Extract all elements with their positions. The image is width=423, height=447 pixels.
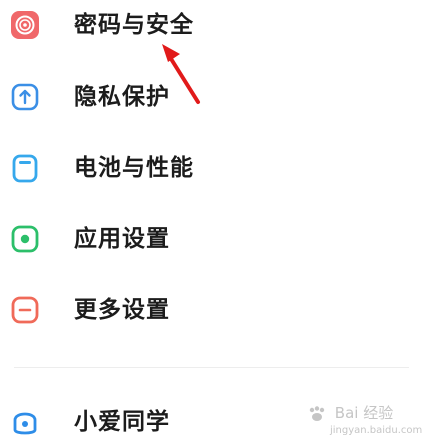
watermark: Bai 经验	[306, 404, 393, 423]
settings-menu: 密码与安全 隐私保护 电池与性能 应用设置 更多设置 小爱同学	[0, 0, 423, 447]
battery-performance-icon	[9, 152, 41, 184]
menu-item-label: 应用设置	[74, 226, 170, 252]
watermark-text: Bai 经验	[334, 404, 394, 422]
xiaoai-assistant-icon	[9, 406, 41, 438]
baidu-paw-icon	[306, 405, 328, 423]
more-settings-icon	[9, 294, 41, 326]
watermark-subtext: jingyan.baidu.com	[330, 425, 423, 436]
menu-item-label: 更多设置	[74, 297, 170, 323]
menu-item-label: 密码与安全	[74, 12, 194, 38]
menu-item-label: 隐私保护	[74, 84, 170, 110]
menu-item-battery-performance[interactable]: 电池与性能	[0, 143, 423, 193]
password-security-icon	[9, 9, 41, 41]
menu-item-label: 电池与性能	[74, 155, 194, 181]
menu-item-more-settings[interactable]: 更多设置	[0, 285, 423, 335]
menu-item-app-settings[interactable]: 应用设置	[0, 214, 423, 264]
menu-item-password-security[interactable]: 密码与安全	[0, 0, 423, 50]
privacy-icon	[9, 81, 41, 113]
app-settings-icon	[9, 223, 41, 255]
menu-item-privacy[interactable]: 隐私保护	[0, 72, 423, 122]
section-divider	[14, 367, 409, 368]
menu-item-label: 小爱同学	[74, 409, 170, 435]
